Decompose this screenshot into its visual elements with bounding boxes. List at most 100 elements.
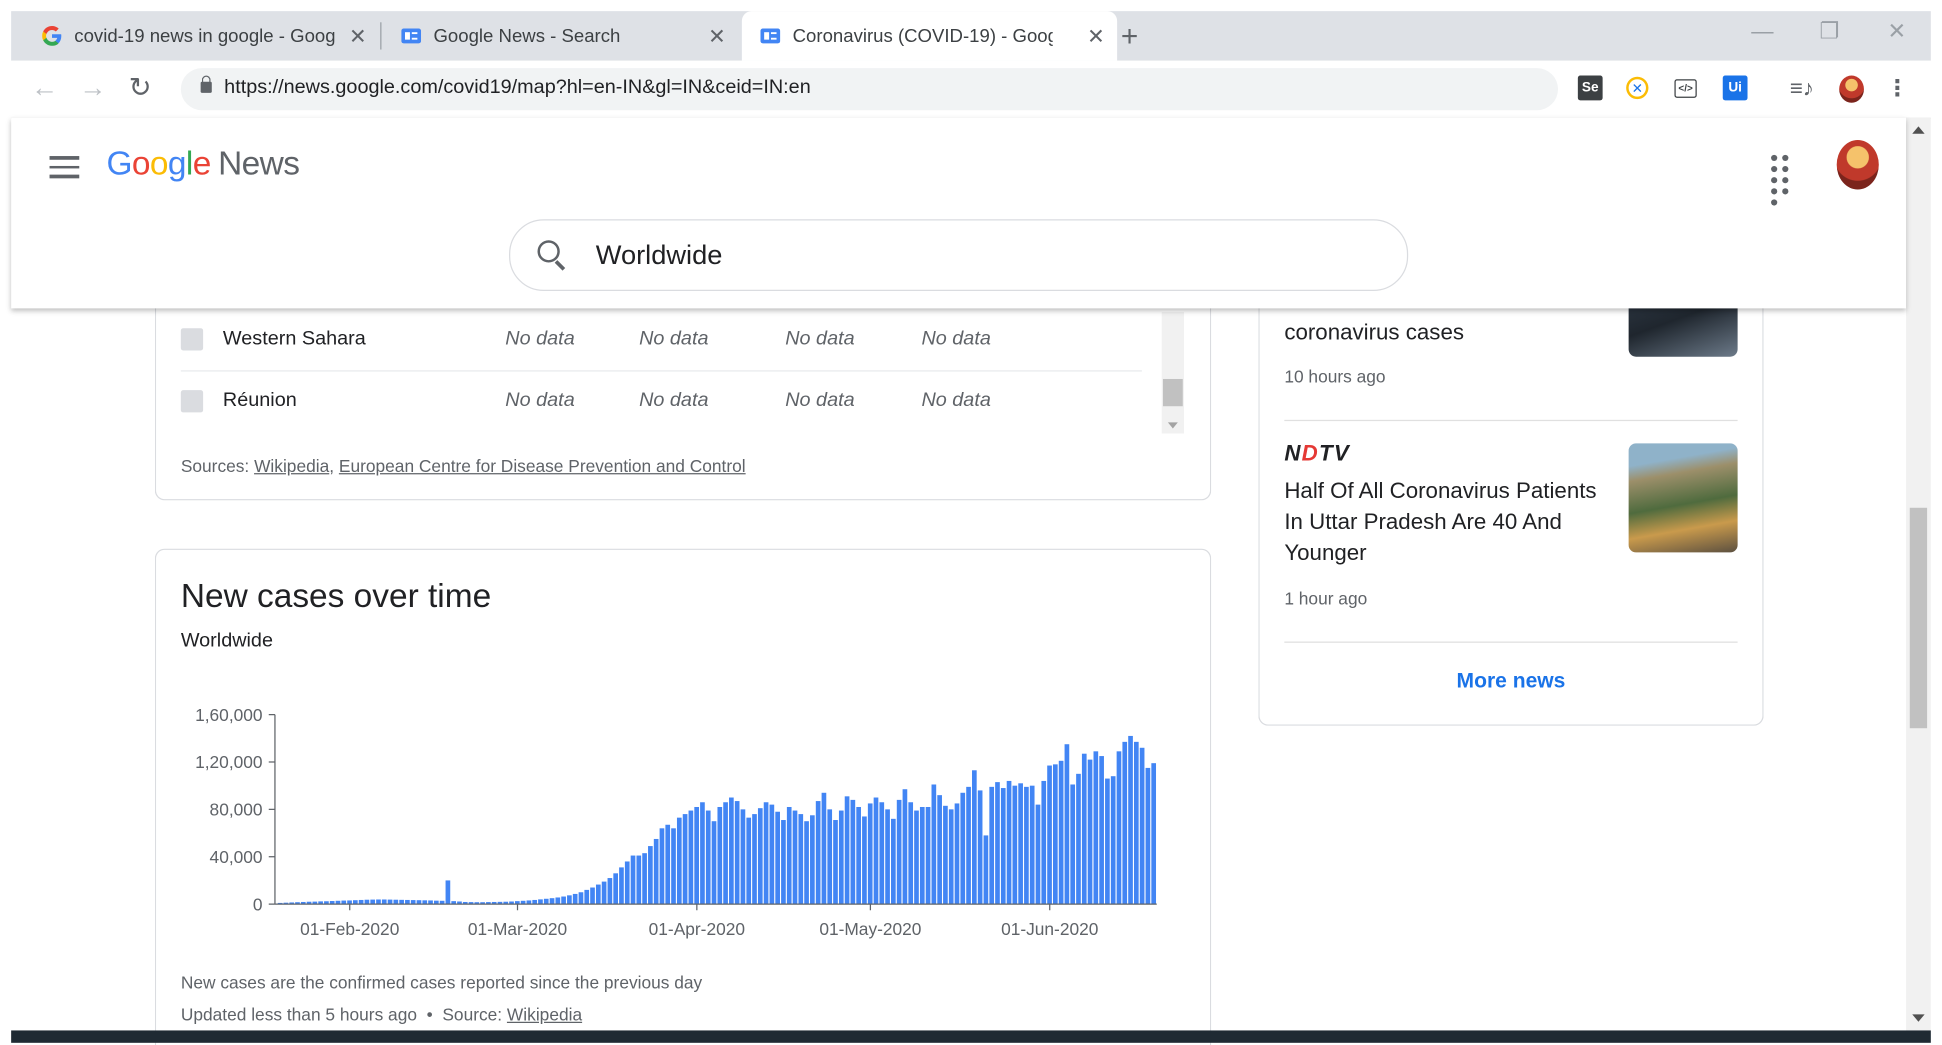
tab-coronavirus-covid19[interactable]: Coronavirus (COVID-19) - Google ✕	[741, 11, 1118, 61]
chart-bar[interactable]	[619, 867, 624, 905]
chart-bar[interactable]	[937, 795, 942, 905]
chart-bar[interactable]	[781, 820, 786, 905]
chart-bar[interactable]	[613, 873, 619, 905]
chart-bar[interactable]	[1029, 785, 1035, 905]
chart-bar[interactable]	[914, 810, 919, 905]
source-link-wikipedia[interactable]: Wikipedia	[254, 456, 329, 476]
chart-bar[interactable]	[833, 820, 838, 905]
chart-bar[interactable]	[908, 802, 914, 905]
row-checkbox[interactable]	[180, 390, 204, 413]
chart-bar[interactable]	[393, 899, 399, 905]
chart-bar[interactable]	[977, 790, 983, 905]
chart-bar[interactable]	[752, 814, 757, 905]
chart-bar[interactable]	[648, 846, 653, 905]
restore-icon[interactable]: ❐	[1819, 19, 1839, 45]
chart-bar[interactable]	[688, 810, 694, 905]
chart-bar[interactable]	[815, 801, 821, 905]
chart-bar[interactable]	[1093, 751, 1099, 905]
chart-bar[interactable]	[1047, 765, 1052, 905]
scrollbar-thumb[interactable]	[1909, 507, 1928, 729]
chart-bar[interactable]	[989, 786, 995, 905]
forward-arrow-icon[interactable]: →	[79, 72, 106, 104]
close-tab-icon[interactable]: ✕	[349, 25, 367, 50]
tab-google-news-search[interactable]: Google News - Search ✕	[401, 11, 738, 61]
chart-bar[interactable]	[653, 838, 659, 905]
chart-bar[interactable]	[572, 893, 578, 905]
chart-bar[interactable]	[1018, 783, 1023, 905]
chart-bar[interactable]	[862, 816, 867, 905]
chart-bar[interactable]	[364, 899, 370, 905]
minimize-icon[interactable]: —	[1751, 19, 1773, 45]
chart-bar[interactable]	[549, 898, 555, 905]
chart-bar[interactable]	[931, 784, 937, 905]
chart-bar[interactable]	[630, 855, 636, 905]
chart-bar[interactable]	[879, 802, 885, 905]
chart-bar[interactable]	[665, 824, 671, 905]
chart-bar[interactable]	[896, 799, 902, 905]
chart-bar[interactable]	[902, 789, 908, 905]
kebab-menu-icon[interactable]: ⋮	[1885, 75, 1910, 101]
news-headline[interactable]: coronavirus cases	[1284, 320, 1464, 346]
chart-bar[interactable]	[682, 814, 688, 905]
close-window-icon[interactable]: ✕	[1887, 19, 1906, 45]
chart-bar[interactable]	[786, 806, 792, 905]
chart-bar[interactable]	[1133, 741, 1139, 905]
chart-bar[interactable]	[1064, 744, 1070, 905]
more-news-link[interactable]: More news	[1260, 669, 1763, 694]
chart-bar[interactable]	[1076, 773, 1081, 905]
chart-bar[interactable]	[1000, 788, 1006, 905]
chart-bar[interactable]	[792, 810, 798, 905]
news-thumbnail[interactable]	[1628, 443, 1738, 553]
google-news-logo[interactable]: Google News	[107, 145, 300, 183]
search-icon[interactable]	[537, 240, 560, 263]
account-avatar[interactable]	[1836, 139, 1879, 190]
chart-bar[interactable]	[717, 806, 723, 905]
chart-bar[interactable]	[856, 806, 861, 905]
chart-bar[interactable]	[445, 880, 451, 905]
page-scrollbar[interactable]	[1906, 117, 1931, 1031]
chart-bar[interactable]	[729, 797, 734, 905]
chart-bar[interactable]	[1128, 735, 1133, 905]
chart-bar[interactable]	[711, 821, 717, 905]
chart-bar[interactable]	[804, 821, 809, 905]
chart-bar[interactable]	[1035, 804, 1041, 905]
search-input[interactable]: Worldwide	[509, 219, 1409, 292]
chart-bar[interactable]	[624, 861, 630, 905]
chart-bar[interactable]	[838, 810, 844, 905]
chart-bar[interactable]	[601, 881, 607, 905]
hamburger-menu-icon[interactable]	[49, 156, 80, 184]
chart-bar[interactable]	[584, 889, 590, 905]
chart-bar[interactable]	[1145, 767, 1151, 905]
chart-bar[interactable]	[1099, 756, 1104, 905]
row-checkbox[interactable]	[180, 328, 204, 351]
chart-bar[interactable]	[873, 797, 879, 905]
chart-bar[interactable]	[966, 786, 971, 905]
chart-bar[interactable]	[1006, 780, 1012, 905]
chart-bar[interactable]	[925, 806, 931, 905]
chart-bar[interactable]	[694, 806, 699, 905]
chart-bar[interactable]	[1087, 759, 1093, 905]
profile-avatar[interactable]	[1839, 75, 1864, 103]
chart-bar[interactable]	[532, 899, 538, 905]
chart-bar[interactable]	[1041, 780, 1047, 905]
chart-bar[interactable]	[1024, 786, 1029, 905]
chart-bar[interactable]	[827, 809, 833, 905]
chart-bar[interactable]	[555, 897, 561, 905]
chart-bar[interactable]	[1151, 763, 1157, 905]
back-arrow-icon[interactable]: ←	[31, 72, 58, 104]
chart-bar[interactable]	[810, 815, 815, 905]
chart-bar[interactable]	[943, 805, 948, 905]
scrollbar-thumb[interactable]	[1162, 378, 1183, 407]
chart-bar[interactable]	[821, 792, 827, 905]
chart-bar[interactable]	[1105, 778, 1110, 905]
chart-bar[interactable]	[1012, 785, 1018, 905]
chart-bar[interactable]	[387, 899, 393, 905]
chart-bar[interactable]	[740, 809, 746, 905]
chart-bar[interactable]	[1081, 753, 1087, 905]
source-link-wikipedia[interactable]: Wikipedia	[507, 1004, 582, 1024]
chart-bar[interactable]	[705, 810, 711, 905]
table-scrollbar[interactable]	[1161, 312, 1185, 434]
google-apps-grid-icon[interactable]	[1771, 154, 1798, 206]
chart-bar[interactable]	[1122, 741, 1128, 905]
chart-bar[interactable]	[659, 828, 665, 905]
